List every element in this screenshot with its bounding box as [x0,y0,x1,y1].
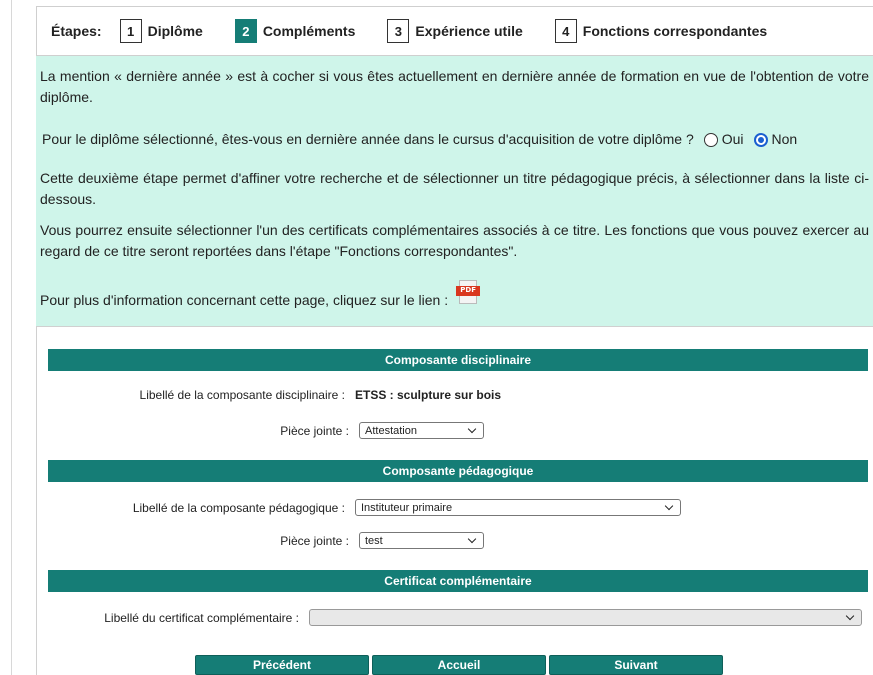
radio-non[interactable] [753,132,768,147]
info-link-text: Pour plus d'information concernant cette… [40,292,449,308]
certificat-complementaire-label: Libellé du certificat complémentaire : [104,610,299,625]
pdf-icon[interactable]: PDF [456,279,481,308]
step-label: Fonctions correspondantes [582,23,768,39]
step-label: Compléments [262,23,356,39]
step-experience-utile[interactable]: 3 Expérience utile [387,19,523,43]
certificat-complementaire-select[interactable] [309,609,862,626]
chevron-down-icon [845,611,855,620]
section-header-disciplinaire: Composante disciplinaire [48,349,868,371]
last-year-question: Pour le diplôme sélectionné, êtes-vous e… [42,129,869,150]
composante-disciplinaire-value: ETSS : sculpture sur bois [355,388,502,402]
row-composante-disciplinaire: Libellé de la composante disciplinaire :… [37,388,502,402]
select-value: Attestation [365,424,417,437]
next-button[interactable]: Suivant [549,655,723,675]
step-number: 1 [119,19,142,43]
section-header-certificat: Certificat complémentaire [48,570,868,592]
composante-disciplinaire-label: Libellé de la composante disciplinaire : [139,388,345,402]
intro-paragraph-step: Cette deuxième étape permet d'affiner vo… [40,170,869,207]
home-button[interactable]: Accueil [372,655,546,675]
form-panel: Composante disciplinaire Libellé de la c… [36,326,873,675]
intro-panel: La mention « dernière année » est à coch… [36,56,873,326]
section-header-pedagogique: Composante pédagogique [48,460,868,482]
composante-pedagogique-label: Libellé de la composante pédagogique : [132,500,345,515]
row-certificat-complementaire: Libellé du certificat complémentaire : [37,609,862,626]
intro-paragraph-mention: La mention « dernière année » est à coch… [40,68,869,105]
radio-oui[interactable] [703,132,718,147]
piece-jointe-label: Pièce jointe : [280,423,349,438]
step-label: Diplôme [147,23,203,39]
piece-jointe-disciplinaire-select[interactable]: Attestation [359,422,484,439]
radio-non-label[interactable]: Non [772,129,798,150]
piece-jointe-pedagogique-select[interactable]: test [359,532,484,549]
pdf-tag: PDF [456,285,481,296]
step-fonctions-correspondantes[interactable]: 4 Fonctions correspondantes [554,19,768,43]
steps-label: Étapes: [51,23,102,39]
previous-button[interactable]: Précédent [195,655,369,675]
step-number: 4 [554,19,577,43]
label-text: Libellé du certificat complémentaire [104,610,293,625]
row-piece-jointe-pedagogique: Pièce jointe : test [37,532,484,549]
label-text: Pièce jointe [280,533,343,548]
label-text: Libellé de la composante disciplinaire [139,388,339,402]
step-number: 2 [234,19,257,43]
question-text: Pour le diplôme sélectionné, êtes-vous e… [42,131,694,147]
info-link-row: Pour plus d'information concernant cette… [40,279,869,311]
step-label: Expérience utile [415,23,523,39]
composante-pedagogique-select[interactable]: Instituteur primaire [355,499,681,516]
chevron-down-icon [664,501,674,510]
label-text: Pièce jointe [280,423,343,438]
steps-bar: Étapes: 1 Diplôme 2 Compléments 3 Expéri… [36,6,873,56]
row-composante-pedagogique: Libellé de la composante pédagogique : I… [37,499,681,516]
left-border [11,0,12,675]
row-piece-jointe-disciplinaire: Pièce jointe : Attestation [37,422,484,439]
step-diplome[interactable]: 1 Diplôme [119,19,203,43]
piece-jointe-label: Pièce jointe : [280,533,349,548]
step-complements[interactable]: 2 Compléments [234,19,356,43]
select-value: test [365,534,383,547]
step-number: 3 [387,19,410,43]
chevron-down-icon [467,534,477,543]
intro-paragraph-certificats: Vous pourrez ensuite sélectionner l'un d… [40,222,869,259]
select-value: Instituteur primaire [361,501,453,514]
label-text: Libellé de la composante pédagogique [132,500,339,515]
chevron-down-icon [467,424,477,433]
radio-oui-label[interactable]: Oui [722,129,744,150]
